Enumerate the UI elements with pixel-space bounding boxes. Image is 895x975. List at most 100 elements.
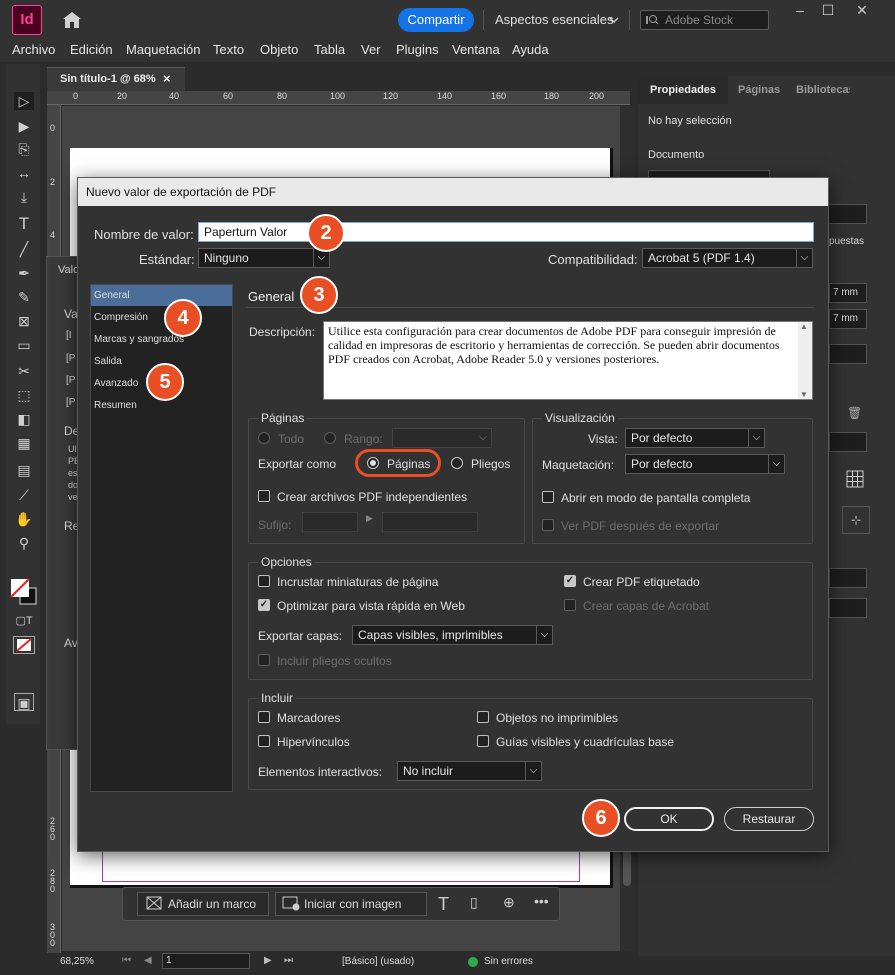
zoom-level[interactable]: 68,25% (60, 956, 94, 967)
gradient-feather-icon[interactable]: ▦ (14, 434, 34, 452)
share-button[interactable]: Compartir (398, 8, 474, 32)
close-tab-icon[interactable]: × (163, 68, 171, 90)
pages-radio[interactable] (367, 457, 379, 469)
home-icon[interactable] (60, 8, 84, 32)
field[interactable] (829, 598, 867, 618)
section-marcas-sangrados[interactable]: Marcas y sangrados (94, 334, 184, 345)
more-icon[interactable]: ••• (534, 893, 549, 909)
workspace-selector[interactable]: Aspectos esenciales (495, 12, 614, 27)
maximize-button[interactable]: ☐ (812, 0, 844, 22)
document-tab[interactable]: Sin título-1 @ 68% × (47, 67, 185, 91)
export-layers-select[interactable]: Capas visibles, imprimibles ⌵ (352, 625, 553, 645)
field[interactable] (829, 432, 867, 452)
scissors-tool-icon[interactable]: ✂ (14, 362, 34, 380)
stock-search-input[interactable]: Adobe Stock (640, 10, 769, 30)
menu-tabla[interactable]: Tabla (314, 42, 345, 57)
section-avanzado[interactable]: Avanzado (94, 378, 138, 389)
formatting-container-icon[interactable]: ▢T (14, 612, 34, 630)
tab-propiedades[interactable]: Propiedades (638, 76, 728, 104)
menu-objeto[interactable]: Objeto (260, 42, 298, 57)
menu-plugins[interactable]: Plugins (396, 42, 439, 57)
first-page-icon[interactable]: ⏮ (122, 955, 131, 966)
fast-web-checkbox[interactable]: ✓ (258, 599, 270, 611)
view-after-export-checkbox[interactable] (542, 519, 554, 531)
margin-field[interactable]: 7 mm (829, 309, 867, 329)
menu-texto[interactable]: Texto (213, 42, 244, 57)
suffix-field[interactable] (302, 512, 358, 532)
chevron-down-icon[interactable] (609, 14, 619, 24)
rectangle-frame-tool-icon[interactable]: ⊠ (14, 312, 34, 330)
nonprinting-checkbox[interactable] (477, 711, 489, 723)
add-page-icon[interactable]: ⊕ (503, 894, 515, 911)
tagged-pdf-checkbox[interactable]: ✓ (564, 575, 576, 587)
eyedropper-tool-icon[interactable]: ⟋ (14, 486, 34, 504)
guides-icon[interactable]: ⊹ (842, 506, 870, 534)
field[interactable] (829, 344, 867, 364)
apply-none-icon[interactable] (13, 636, 35, 654)
separate-pdf-checkbox[interactable] (258, 490, 270, 502)
prev-page-icon[interactable]: ◀ (144, 955, 152, 966)
type-tool-icon[interactable]: T (14, 215, 34, 233)
field[interactable] (829, 568, 867, 588)
bg-dialog-list-item[interactable]: [P (66, 375, 75, 386)
line-tool-icon[interactable]: ╱ (14, 240, 34, 258)
section-resumen[interactable]: Resumen (94, 400, 137, 411)
page-icon[interactable]: ▯ (470, 894, 478, 911)
compatibility-select[interactable]: Acrobat 5 (PDF 1.4) ⌵ (642, 248, 813, 268)
section-general[interactable]: General (94, 290, 130, 301)
page-number-field[interactable]: 1 (162, 953, 250, 969)
section-salida[interactable]: Salida (94, 356, 122, 367)
close-window-button[interactable]: ✕ (846, 0, 878, 22)
fullscreen-checkbox[interactable] (542, 491, 554, 503)
fill-stroke-swatch-icon[interactable] (10, 578, 38, 606)
next-page-icon[interactable]: ▶ (264, 955, 272, 966)
preset-name-input[interactable]: Paperturn Valor (198, 222, 814, 242)
page-tool-icon[interactable]: ⎘ (14, 140, 34, 158)
menu-ver[interactable]: Ver (361, 42, 381, 57)
pen-tool-icon[interactable]: ✒ (14, 264, 34, 282)
rectangle-tool-icon[interactable]: ▭ (14, 336, 34, 354)
layout-select[interactable]: Por defecto ⌵ (625, 454, 785, 474)
section-compresion[interactable]: Compresión (94, 312, 148, 323)
bg-dialog-list-item[interactable]: [I (66, 330, 72, 341)
acrobat-layers-checkbox[interactable] (564, 599, 576, 611)
hyperlinks-checkbox[interactable] (258, 735, 270, 747)
note-tool-icon[interactable]: ▤ (14, 461, 34, 479)
selection-tool-icon[interactable]: ▷ (14, 92, 34, 110)
bg-dialog-list-item[interactable]: [P (66, 353, 75, 364)
margin-field[interactable]: 7 mm (829, 283, 867, 303)
menu-ayuda[interactable]: Ayuda (512, 42, 549, 57)
reset-button[interactable]: Restaurar (724, 807, 814, 831)
gap-tool-icon[interactable]: ↔ (14, 164, 34, 182)
menu-maquetacion[interactable]: Maquetación (126, 42, 200, 57)
gradient-tool-icon[interactable]: ◧ (14, 410, 34, 428)
menu-edicion[interactable]: Edición (70, 42, 113, 57)
thumbnails-checkbox[interactable] (258, 575, 270, 587)
menu-ventana[interactable]: Ventana (452, 42, 500, 57)
interactive-elements-select[interactable]: No incluir ⌵ (397, 761, 542, 781)
menu-archivo[interactable]: Archivo (12, 42, 55, 57)
tab-bibliotecas[interactable]: Bibliotecas (796, 76, 850, 104)
trash-icon[interactable]: 🗑 (847, 406, 862, 420)
hand-tool-icon[interactable]: ✋ (14, 510, 34, 528)
suffix-select[interactable] (382, 512, 478, 532)
guides-checkbox[interactable] (477, 735, 489, 747)
content-collector-icon[interactable]: ⤓ (14, 188, 34, 206)
range-select[interactable]: ⌵ (392, 428, 492, 448)
free-transform-tool-icon[interactable]: ⬚ (14, 386, 34, 404)
view-select[interactable]: Por defecto ⌵ (625, 428, 765, 448)
zoom-tool-icon[interactable]: ⚲ (14, 534, 34, 552)
hidden-spreads-checkbox[interactable] (258, 654, 270, 666)
type-icon[interactable]: T (438, 894, 449, 915)
screen-mode-icon[interactable]: ▣ (14, 693, 34, 711)
pencil-tool-icon[interactable]: ✎ (14, 288, 34, 306)
all-pages-radio[interactable] (258, 432, 270, 444)
bg-dialog-list-item[interactable]: [P (66, 397, 75, 408)
last-page-icon[interactable]: ⏭ (284, 955, 293, 966)
grid-icon[interactable] (846, 470, 864, 488)
standard-select[interactable]: Ninguno ⌵ (198, 248, 330, 268)
direct-selection-tool-icon[interactable]: ▶ (14, 117, 34, 135)
description-textarea[interactable]: Utilice esta configuración para crear do… (323, 321, 813, 400)
range-radio[interactable] (324, 432, 336, 444)
spreads-radio[interactable] (451, 457, 463, 469)
